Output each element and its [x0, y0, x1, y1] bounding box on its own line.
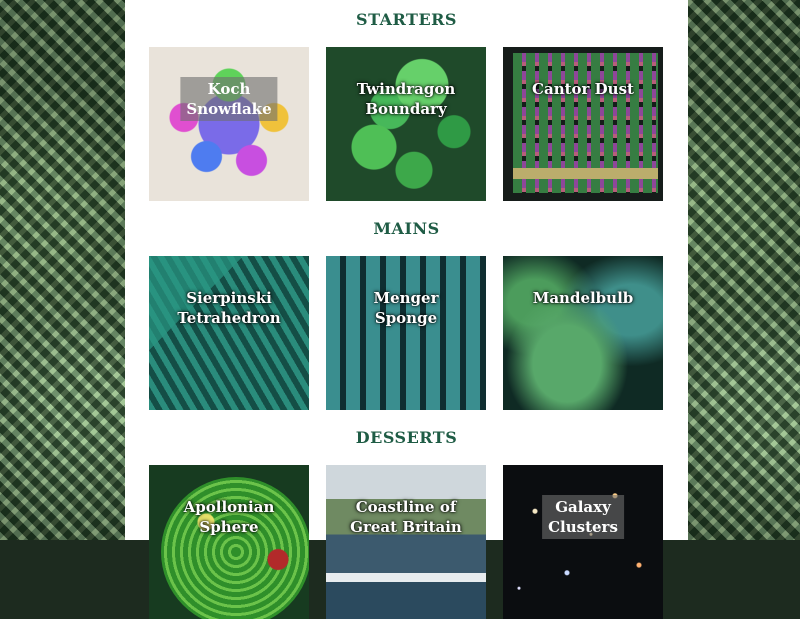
tile-caption-line: Sponge — [374, 309, 438, 327]
cantor-dust-image — [513, 53, 658, 193]
tile-caption-line: Sierpinski — [186, 289, 272, 307]
background-fractal-left — [0, 0, 125, 540]
sierpinski-image — [149, 256, 309, 410]
menger-sponge-image — [326, 256, 486, 410]
tile-caption: Galaxy Clusters — [542, 495, 624, 539]
menu-item-twindragon-boundary[interactable]: Twindragon Boundary — [326, 47, 486, 201]
menu-item-mandelbulb[interactable]: Mandelbulb — [503, 256, 663, 410]
coastline-image — [326, 465, 486, 619]
tile-caption-line: Menger — [373, 289, 439, 307]
menu-item-galaxy-clusters[interactable]: Galaxy Clusters — [503, 465, 663, 619]
section-heading-mains: MAINS — [373, 219, 440, 238]
tile-caption-line: Koch — [207, 80, 251, 98]
tile-caption-line: Great Britain — [350, 518, 462, 536]
galaxy-clusters-image — [503, 465, 663, 619]
menu-item-coastline-of-great-britain[interactable]: Coastline of Great Britain — [326, 465, 486, 619]
menu-item-apollonian-sphere[interactable]: Apollonian Sphere — [149, 465, 309, 619]
section-heading-starters: STARTERS — [356, 10, 457, 29]
tile-caption-line: Apollonian — [183, 498, 275, 516]
tile-caption-line: Galaxy — [555, 498, 611, 516]
menu-item-sierpinski-tetrahedron[interactable]: Sierpinski Tetrahedron — [149, 256, 309, 410]
tile-caption-line: Twindragon — [356, 80, 456, 98]
tile-caption: Sierpinski Tetrahedron — [171, 286, 286, 330]
tile-caption: Cantor Dust — [526, 77, 640, 101]
tile-caption-line: Sphere — [199, 518, 259, 536]
tile-caption: Koch Snowflake — [180, 77, 278, 121]
menu-item-koch-snowflake[interactable]: Koch Snowflake — [149, 47, 309, 201]
tile-caption-line: Tetrahedron — [177, 309, 281, 327]
menu-item-cantor-dust[interactable]: Cantor Dust — [503, 47, 663, 201]
tile-caption-line: Coastline of — [355, 498, 457, 516]
menu-item-menger-sponge[interactable]: Menger Sponge — [326, 256, 486, 410]
tile-caption: Coastline of Great Britain — [344, 495, 468, 539]
tile-caption: Mandelbulb — [527, 286, 640, 310]
tile-caption-line: Mandelbulb — [532, 289, 634, 307]
tile-caption-line: Cantor Dust — [532, 80, 634, 98]
twindragon-image — [326, 47, 486, 201]
tile-caption-line: Clusters — [548, 518, 618, 536]
tile-caption-line: Snowflake — [186, 100, 272, 118]
tile-caption: Apollonian Sphere — [178, 495, 281, 539]
tile-caption: Twindragon Boundary — [351, 77, 462, 121]
mandelbulb-image — [503, 256, 663, 410]
background-fractal-right — [688, 0, 800, 540]
tile-caption-line: Boundary — [365, 100, 447, 118]
tile-caption: Menger Sponge — [368, 286, 445, 330]
section-heading-desserts: DESSERTS — [355, 428, 458, 447]
